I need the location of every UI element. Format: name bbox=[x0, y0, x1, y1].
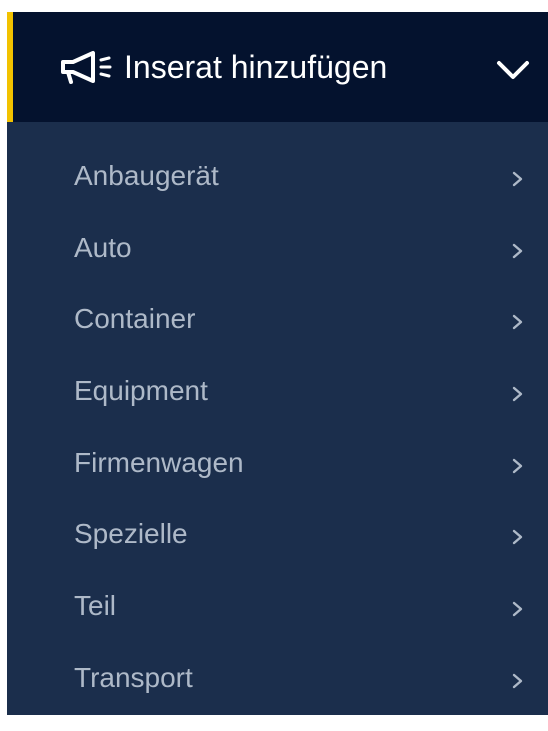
menu-header-title: Inserat hinzufügen bbox=[124, 49, 388, 85]
submenu-item-label: Transport bbox=[74, 661, 193, 693]
chevron-right-icon bbox=[512, 315, 523, 330]
chevron-right-icon bbox=[512, 601, 523, 617]
sidebar-menu: Inserat hinzufügen Anbaugerät Auto Conta… bbox=[7, 12, 548, 715]
megaphone-icon bbox=[61, 51, 112, 84]
submenu-item-label: Container bbox=[74, 303, 196, 335]
chevron-right-icon bbox=[512, 673, 523, 689]
submenu-item-transport[interactable]: Transport bbox=[7, 646, 548, 718]
submenu-item-label: Firmenwagen bbox=[74, 446, 244, 478]
chevron-right-icon bbox=[512, 530, 523, 545]
active-accent-bar bbox=[7, 12, 13, 122]
submenu-item-label: Teil bbox=[74, 590, 117, 622]
submenu-item-spezielle[interactable]: Spezielle bbox=[7, 502, 548, 574]
chevron-down-icon[interactable] bbox=[495, 58, 531, 82]
submenu-item-label: Anbaugerät bbox=[74, 160, 219, 191]
submenu-item-anbaugeraet[interactable]: Anbaugerät bbox=[7, 144, 548, 216]
chevron-right-icon bbox=[512, 243, 523, 258]
submenu-item-equipment[interactable]: Equipment bbox=[7, 359, 548, 431]
chevron-right-icon bbox=[512, 458, 523, 473]
chevron-right-icon bbox=[512, 386, 523, 402]
chevron-right-icon bbox=[512, 171, 523, 187]
submenu-item-label: Equipment bbox=[74, 375, 208, 407]
menu-header-add-listing[interactable]: Inserat hinzufügen bbox=[7, 12, 548, 122]
submenu-item-label: Auto bbox=[74, 231, 132, 263]
submenu-item-teil[interactable]: Teil bbox=[7, 574, 548, 646]
submenu-list: Anbaugerät Auto Container Equipment Firm… bbox=[7, 122, 548, 718]
submenu-item-auto[interactable]: Auto bbox=[7, 216, 548, 288]
submenu-item-label: Spezielle bbox=[74, 518, 188, 550]
submenu-item-container[interactable]: Container bbox=[7, 287, 548, 359]
submenu-item-firmenwagen[interactable]: Firmenwagen bbox=[7, 431, 548, 503]
